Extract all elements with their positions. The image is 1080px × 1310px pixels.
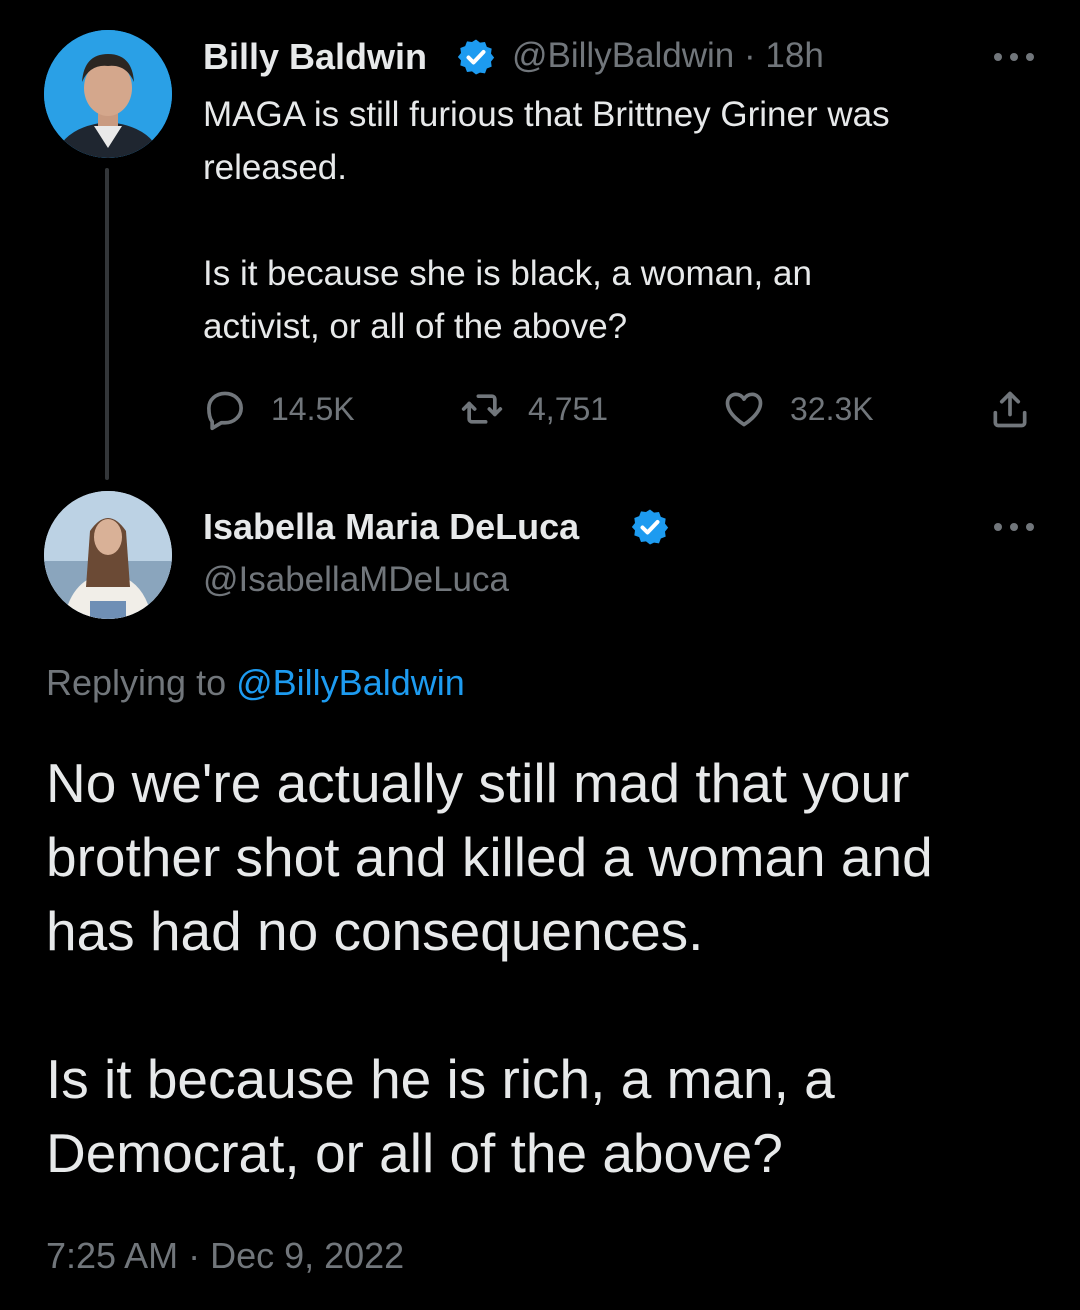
replying-to-label: Replying to: [46, 662, 227, 703]
tweet-text: MAGA is still furious that Brittney Grin…: [203, 95, 890, 346]
replying-to-handle-link[interactable]: @BillyBaldwin: [236, 662, 465, 703]
tweet-handle-time[interactable]: @BillyBaldwin · 18h: [512, 36, 824, 76]
retweet-action[interactable]: 4,751: [460, 385, 608, 433]
reply-action[interactable]: 14.5K: [203, 385, 355, 433]
retweet-icon: [461, 394, 503, 424]
reply-icon: [207, 391, 243, 431]
reply-count: 14.5K: [271, 390, 355, 427]
reply-handle[interactable]: @IsabellaMDeLuca: [203, 560, 509, 600]
verified-badge-icon: [631, 509, 669, 545]
thread-connector-line: [105, 168, 109, 480]
like-action[interactable]: 32.3K: [722, 385, 874, 433]
reply-more-icon[interactable]: [994, 521, 1034, 533]
like-count: 32.3K: [790, 390, 874, 427]
retweet-count: 4,751: [528, 390, 609, 427]
separator-dot: ·: [744, 36, 756, 75]
reply-author-name[interactable]: Isabella Maria DeLuca: [203, 506, 579, 548]
reply-text: No we're actually still mad that your br…: [46, 752, 933, 1184]
verified-badge-icon: [457, 39, 495, 75]
reply-timestamp[interactable]: 7:25 AM · Dec 9, 2022: [46, 1235, 404, 1277]
replying-to: Replying to @BillyBaldwin: [46, 662, 465, 704]
tweet-author-name[interactable]: Billy Baldwin: [203, 36, 427, 78]
share-icon: [993, 391, 1027, 428]
like-icon: [725, 392, 763, 427]
tweet-time[interactable]: 18h: [765, 36, 823, 75]
isabella-deluca-avatar[interactable]: [44, 491, 172, 619]
billy-baldwin-avatar[interactable]: [44, 30, 172, 158]
tweet-handle[interactable]: @BillyBaldwin: [512, 36, 734, 75]
share-action[interactable]: [988, 385, 1032, 433]
tweet-more-icon[interactable]: [994, 51, 1034, 63]
